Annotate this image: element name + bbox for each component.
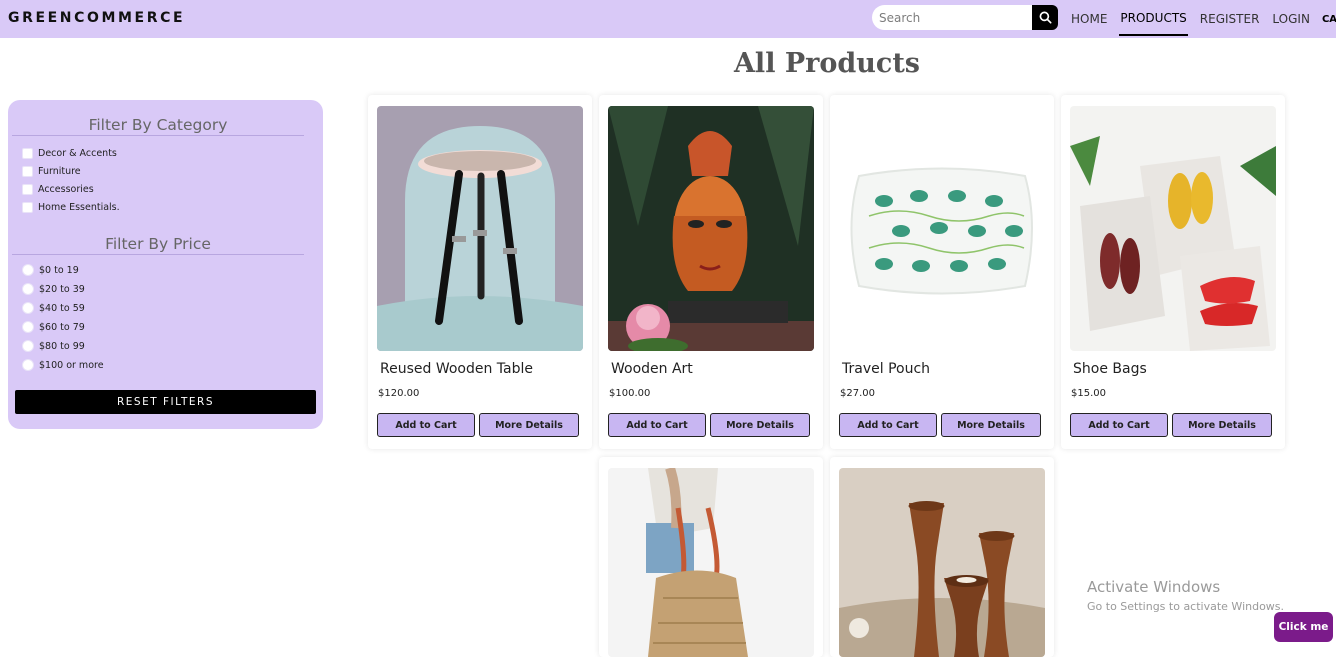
add-to-cart-button[interactable]: Add to Cart [839, 413, 937, 437]
filter-category-accessories[interactable]: Accessories [22, 182, 94, 196]
product-image[interactable] [1070, 106, 1276, 351]
search-bar [872, 5, 1058, 30]
price-label: $0 to 19 [39, 264, 79, 276]
nav-links: HOME PRODUCTS REGISTER LOGIN CART 0 [1070, 0, 1336, 38]
reset-filters-button[interactable]: RESET FILTERS [15, 390, 316, 414]
price-label: $100 or more [39, 359, 104, 371]
more-details-button[interactable]: More Details [1172, 413, 1272, 437]
add-to-cart-button[interactable]: Add to Cart [608, 413, 706, 437]
product-name[interactable]: Reused Wooden Table [380, 361, 533, 377]
more-details-button[interactable]: More Details [941, 413, 1041, 437]
price-label: $60 to 79 [39, 321, 85, 333]
price-radio[interactable] [22, 283, 34, 295]
filter-price-100-plus[interactable]: $100 or more [22, 358, 104, 372]
product-image[interactable] [608, 106, 814, 351]
category-checkbox[interactable] [22, 147, 33, 159]
add-to-cart-button[interactable]: Add to Cart [1070, 413, 1168, 437]
click-me-button[interactable]: Click me [1274, 612, 1333, 642]
category-label: Furniture [38, 165, 81, 177]
activate-windows-watermark: Activate Windows Go to Settings to activ… [1087, 578, 1284, 613]
product-price: $15.00 [1071, 388, 1106, 399]
more-details-button[interactable]: More Details [479, 413, 579, 437]
filter-category-title: Filter By Category [12, 116, 304, 136]
nav-register[interactable]: REGISTER [1199, 3, 1261, 36]
search-input[interactable] [872, 5, 1032, 30]
category-checkbox[interactable] [22, 165, 33, 177]
nav-products[interactable]: PRODUCTS [1119, 3, 1188, 36]
product-card: Wooden Art $100.00 Add to Cart More Deta… [599, 95, 823, 449]
nav-cart[interactable]: CART 0 [1322, 14, 1336, 25]
product-price: $27.00 [840, 388, 875, 399]
cart-label: CART [1321, 13, 1336, 25]
filter-price-20-39[interactable]: $20 to 39 [22, 282, 85, 296]
filter-price-60-79[interactable]: $60 to 79 [22, 320, 85, 334]
product-card: Reused Wooden Table $120.00 Add to Cart … [368, 95, 592, 449]
category-label: Accessories [38, 183, 94, 195]
filter-category-furniture[interactable]: Furniture [22, 164, 81, 178]
activate-subtitle: Go to Settings to activate Windows. [1087, 600, 1285, 613]
product-price: $100.00 [609, 388, 651, 399]
activate-title: Activate Windows [1087, 578, 1221, 596]
product-card: Travel Pouch $27.00 Add to Cart More Det… [830, 95, 1054, 449]
price-radio[interactable] [22, 359, 34, 371]
product-card: Shoe Bags $15.00 Add to Cart More Detail… [1061, 95, 1285, 449]
filter-category-decor[interactable]: Decor & Accents [22, 146, 117, 160]
search-icon [1039, 11, 1052, 24]
filter-price-0-19[interactable]: $0 to 19 [22, 263, 79, 277]
category-checkbox[interactable] [22, 183, 33, 195]
product-image[interactable] [608, 468, 814, 657]
product-name[interactable]: Travel Pouch [842, 361, 930, 377]
filter-category-home-essentials[interactable]: Home Essentials. [22, 200, 120, 214]
more-details-button[interactable]: More Details [710, 413, 810, 437]
product-card [830, 457, 1054, 657]
product-card [599, 457, 823, 657]
price-label: $80 to 99 [39, 340, 85, 352]
price-label: $20 to 39 [39, 283, 85, 295]
product-price: $120.00 [378, 388, 420, 399]
product-name[interactable]: Shoe Bags [1073, 361, 1147, 377]
nav-login[interactable]: LOGIN [1271, 3, 1311, 36]
filter-price-40-59[interactable]: $40 to 59 [22, 301, 85, 315]
nav-home[interactable]: HOME [1070, 3, 1108, 36]
filter-price-title: Filter By Price [12, 235, 304, 255]
product-image[interactable] [839, 106, 1045, 351]
add-to-cart-button[interactable]: Add to Cart [377, 413, 475, 437]
price-radio[interactable] [22, 321, 34, 333]
product-image[interactable] [377, 106, 583, 351]
category-label: Home Essentials. [38, 201, 120, 213]
product-name[interactable]: Wooden Art [611, 361, 693, 377]
category-label: Decor & Accents [38, 147, 117, 159]
page-title: All Products [733, 48, 921, 79]
navbar: GREENCOMMERCE HOME PRODUCTS REGISTER LOG… [0, 0, 1336, 38]
brand-logo[interactable]: GREENCOMMERCE [8, 10, 185, 26]
price-radio[interactable] [22, 264, 34, 276]
filter-price-80-99[interactable]: $80 to 99 [22, 339, 85, 353]
product-image[interactable] [839, 468, 1045, 657]
category-checkbox[interactable] [22, 201, 33, 213]
price-label: $40 to 59 [39, 302, 85, 314]
search-button[interactable] [1032, 5, 1058, 30]
price-radio[interactable] [22, 302, 34, 314]
price-radio[interactable] [22, 340, 34, 352]
